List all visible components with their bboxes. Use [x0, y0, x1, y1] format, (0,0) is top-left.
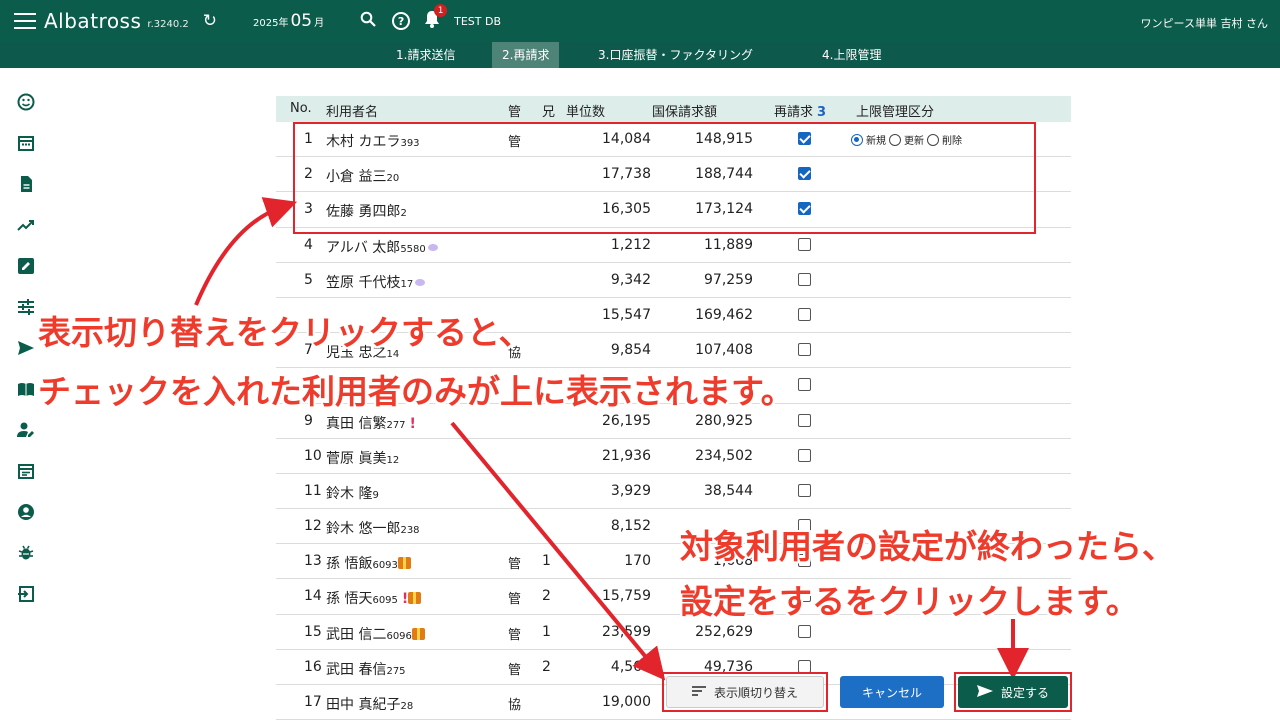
- annotation-line-2: チェックを入れた利用者のみが上に表示されます。: [38, 372, 794, 411]
- arrow-to-checked-users: [194, 197, 298, 306]
- annotation-line-1: 表示切り替えをクリックすると、: [38, 313, 532, 352]
- cancel-button[interactable]: キャンセル: [840, 676, 944, 708]
- arrow-to-toggle-button: [450, 421, 666, 681]
- set-button[interactable]: 設定する: [958, 676, 1068, 708]
- toggle-order-button[interactable]: 表示順切り替え: [666, 676, 824, 708]
- annotation-line-4: 設定をするをクリックします。: [680, 582, 1139, 621]
- set-label: 設定する: [1000, 685, 1049, 700]
- cancel-label: キャンセル: [861, 685, 922, 700]
- send-icon: [976, 684, 993, 700]
- sort-icon: [691, 685, 706, 699]
- annotation-line-3: 対象利用者の設定が終わったら、: [680, 527, 1175, 566]
- toggle-order-label: 表示順切り替え: [713, 685, 798, 700]
